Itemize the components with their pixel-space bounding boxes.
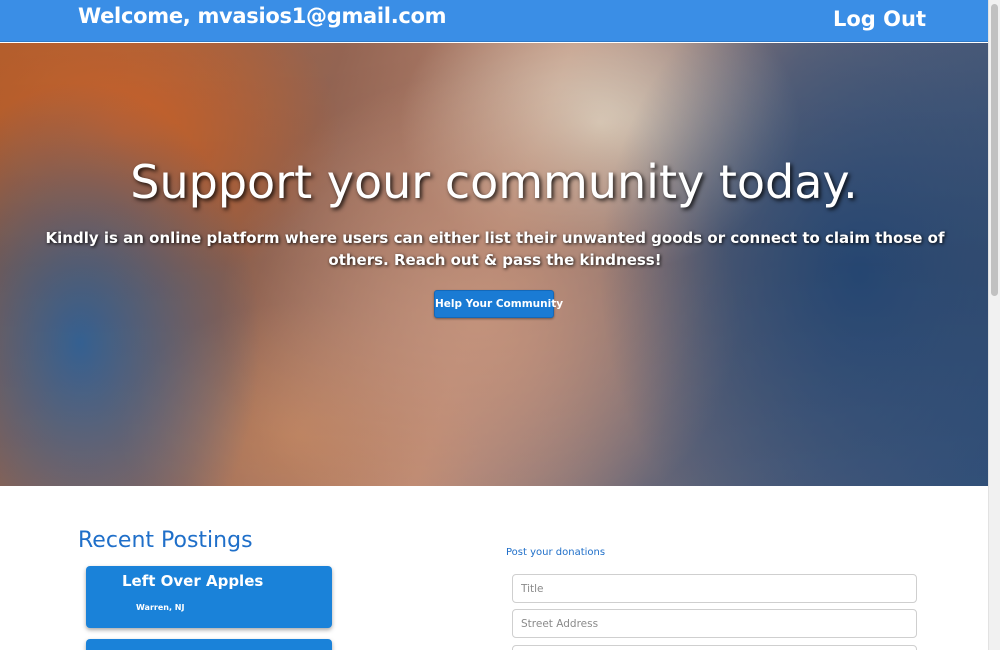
top-navbar: Welcome, mvasios1@gmail.com Log Out [0,0,988,42]
scrollbar-thumb[interactable] [991,4,998,296]
logout-link[interactable]: Log Out [833,7,926,31]
posting-title: Left Over Apples [122,572,264,590]
recent-postings-heading: Recent Postings [78,528,253,553]
street-address-input[interactable] [512,609,917,638]
title-input[interactable] [512,574,917,603]
posting-card[interactable] [86,639,332,650]
form-input[interactable] [512,645,917,650]
page-scrollbar[interactable] [988,0,1000,650]
hero-banner: Support your community today. Kindly is … [0,43,988,486]
hero-description: Kindly is an online platform where users… [45,229,945,269]
post-donations-heading: Post your donations [506,547,606,558]
posting-card[interactable]: Left Over Apples Warren, NJ [86,566,332,628]
hero-title: Support your community today. [130,155,858,209]
posting-location: Warren, NJ [136,603,185,612]
help-your-community-button[interactable]: Help Your Community [434,290,563,318]
welcome-message: Welcome, mvasios1@gmail.com [78,4,447,28]
